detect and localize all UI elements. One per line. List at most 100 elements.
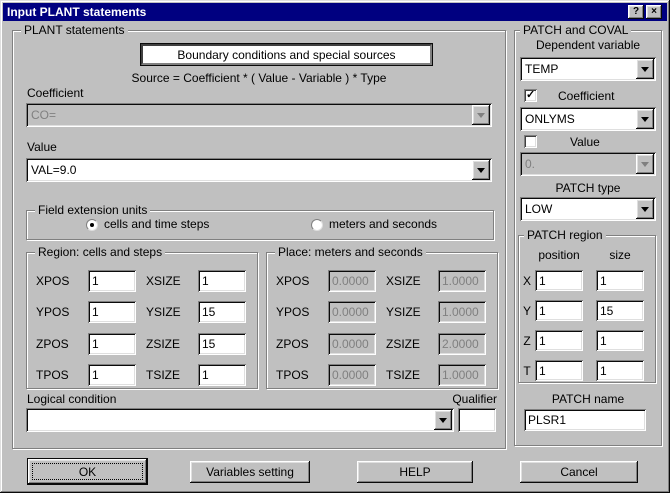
question-mark-icon: ? <box>632 6 640 17</box>
patch-name-input[interactable] <box>524 409 646 431</box>
patch-and-coval-group-label: PATCH and COVAL <box>520 23 632 37</box>
patch-t-size-input[interactable] <box>596 360 644 381</box>
ysize-label: YSIZE <box>146 305 181 319</box>
place-tsize-label: TSIZE <box>386 368 421 382</box>
place-tsize-input <box>438 364 486 386</box>
patch-coefficient-combobox[interactable]: ONLYMS <box>520 107 656 131</box>
place-ypos-input <box>328 301 376 323</box>
xsize-input[interactable] <box>198 270 246 292</box>
dropdown-arrow-icon[interactable] <box>636 199 654 219</box>
patch-value-combobox-value: 0. <box>525 157 536 171</box>
radio-meters-and-seconds-label[interactable]: meters and seconds <box>329 217 437 231</box>
boundary-conditions-header-button[interactable]: Boundary conditions and special sources <box>140 43 433 66</box>
coefficient-combobox-value: CO= <box>31 108 57 122</box>
value-combobox[interactable]: VAL=9.0 <box>26 158 492 182</box>
variables-setting-button-label: Variables setting <box>206 465 294 479</box>
variables-setting-button[interactable]: Variables setting <box>190 461 310 483</box>
place-xsize-label: XSIZE <box>386 274 421 288</box>
tsize-input[interactable] <box>198 364 246 386</box>
xpos-label: XPOS <box>36 274 70 288</box>
place-zsize-input <box>438 333 486 355</box>
qualifier-input[interactable] <box>458 408 496 432</box>
window-title: Input PLANT statements <box>7 5 147 19</box>
place-zpos-label: ZPOS <box>276 337 309 351</box>
tpos-label: TPOS <box>36 368 69 382</box>
patch-z-size-input[interactable] <box>596 330 644 351</box>
plant-statements-group-label: PLANT statements <box>21 23 128 37</box>
patch-t-label: T <box>523 364 531 378</box>
place-tpos-input <box>328 364 376 386</box>
dropdown-arrow-icon[interactable] <box>472 160 490 180</box>
coefficient-checkbox-label[interactable]: Coefficient <box>558 89 614 103</box>
tpos-input[interactable] <box>88 364 136 386</box>
boundary-conditions-header-label: Boundary conditions and special sources <box>177 47 396 62</box>
patch-y-label: Y <box>522 304 531 318</box>
value-checkbox-label[interactable]: Value <box>570 135 600 149</box>
place-ysize-input <box>438 301 486 323</box>
patch-y-position-input[interactable] <box>535 300 583 321</box>
place-zpos-input <box>328 333 376 355</box>
zsize-input[interactable] <box>198 333 246 355</box>
patch-x-size-input[interactable] <box>596 270 644 291</box>
value-checkbox[interactable] <box>524 135 537 148</box>
zpos-label: ZPOS <box>36 337 69 351</box>
patch-coefficient-combobox-value: ONLYMS <box>525 112 575 126</box>
dropdown-arrow-icon[interactable] <box>636 109 654 129</box>
logical-condition-combobox[interactable] <box>26 408 454 432</box>
tsize-label: TSIZE <box>146 368 181 382</box>
patch-y-size-input[interactable] <box>596 300 644 321</box>
coefficient-combobox: CO= <box>26 103 492 127</box>
title-bar[interactable]: Input PLANT statements <box>3 3 667 21</box>
place-xsize-input <box>438 270 486 292</box>
patch-name-label: PATCH name <box>551 392 625 406</box>
xsize-label: XSIZE <box>146 274 181 288</box>
dropdown-arrow-icon[interactable] <box>434 410 452 430</box>
zpos-input[interactable] <box>88 333 136 355</box>
ypos-label: YPOS <box>36 305 70 319</box>
dependent-variable-combobox-value: TEMP <box>525 62 559 76</box>
help-action-button[interactable]: HELP <box>357 461 473 483</box>
patch-t-position-input[interactable] <box>535 360 583 381</box>
focus-rectangle <box>32 463 143 480</box>
dropdown-arrow-icon <box>636 154 654 174</box>
place-zsize-label: ZSIZE <box>386 337 421 351</box>
position-column-header: position <box>538 248 580 262</box>
help-button[interactable]: ? <box>628 5 644 19</box>
coefficient-label: Coefficient <box>27 86 84 100</box>
place-ypos-label: YPOS <box>276 305 310 319</box>
xpos-input[interactable] <box>88 270 136 292</box>
dependent-variable-combobox[interactable]: TEMP <box>520 57 656 81</box>
patch-type-combobox[interactable]: LOW <box>520 197 656 221</box>
value-combobox-value: VAL=9.0 <box>31 163 77 177</box>
ypos-input[interactable] <box>88 301 136 323</box>
dependent-variable-label: Dependent variable <box>535 38 641 52</box>
dropdown-arrow-icon <box>472 105 490 125</box>
cancel-button-label: Cancel <box>560 465 598 479</box>
patch-z-label: Z <box>523 334 531 348</box>
radio-cells-and-time-steps-label[interactable]: cells and time steps <box>104 217 209 231</box>
ysize-input[interactable] <box>198 301 246 323</box>
radio-cells-and-time-steps[interactable] <box>86 219 98 231</box>
region-cells-group-label: Region: cells and steps <box>35 245 166 259</box>
dropdown-arrow-icon[interactable] <box>636 59 654 79</box>
input-plant-statements-dialog: Input PLANT statements ? × PLANT stateme… <box>0 0 670 493</box>
cancel-button[interactable]: Cancel <box>520 461 638 483</box>
place-xpos-input <box>328 270 376 292</box>
value-label: Value <box>27 140 57 154</box>
place-xpos-label: XPOS <box>276 274 310 288</box>
patch-x-position-input[interactable] <box>535 270 583 291</box>
place-meters-group-label: Place: meters and seconds <box>275 245 426 259</box>
close-button[interactable]: × <box>646 5 662 19</box>
qualifier-label: Qualifier <box>452 392 497 406</box>
logical-condition-label: Logical condition <box>27 392 117 406</box>
source-formula-text: Source = Coefficient * ( Value - Variabl… <box>131 71 387 85</box>
ok-button[interactable]: OK <box>28 459 147 484</box>
help-button-label: HELP <box>399 465 431 479</box>
patch-region-group-label: PATCH region <box>524 228 606 242</box>
zsize-label: ZSIZE <box>146 337 181 351</box>
coefficient-checkbox[interactable] <box>524 88 537 102</box>
size-column-header: size <box>609 248 631 262</box>
radio-meters-and-seconds[interactable] <box>311 219 323 231</box>
place-tpos-label: TPOS <box>276 368 309 382</box>
patch-z-position-input[interactable] <box>535 330 583 351</box>
